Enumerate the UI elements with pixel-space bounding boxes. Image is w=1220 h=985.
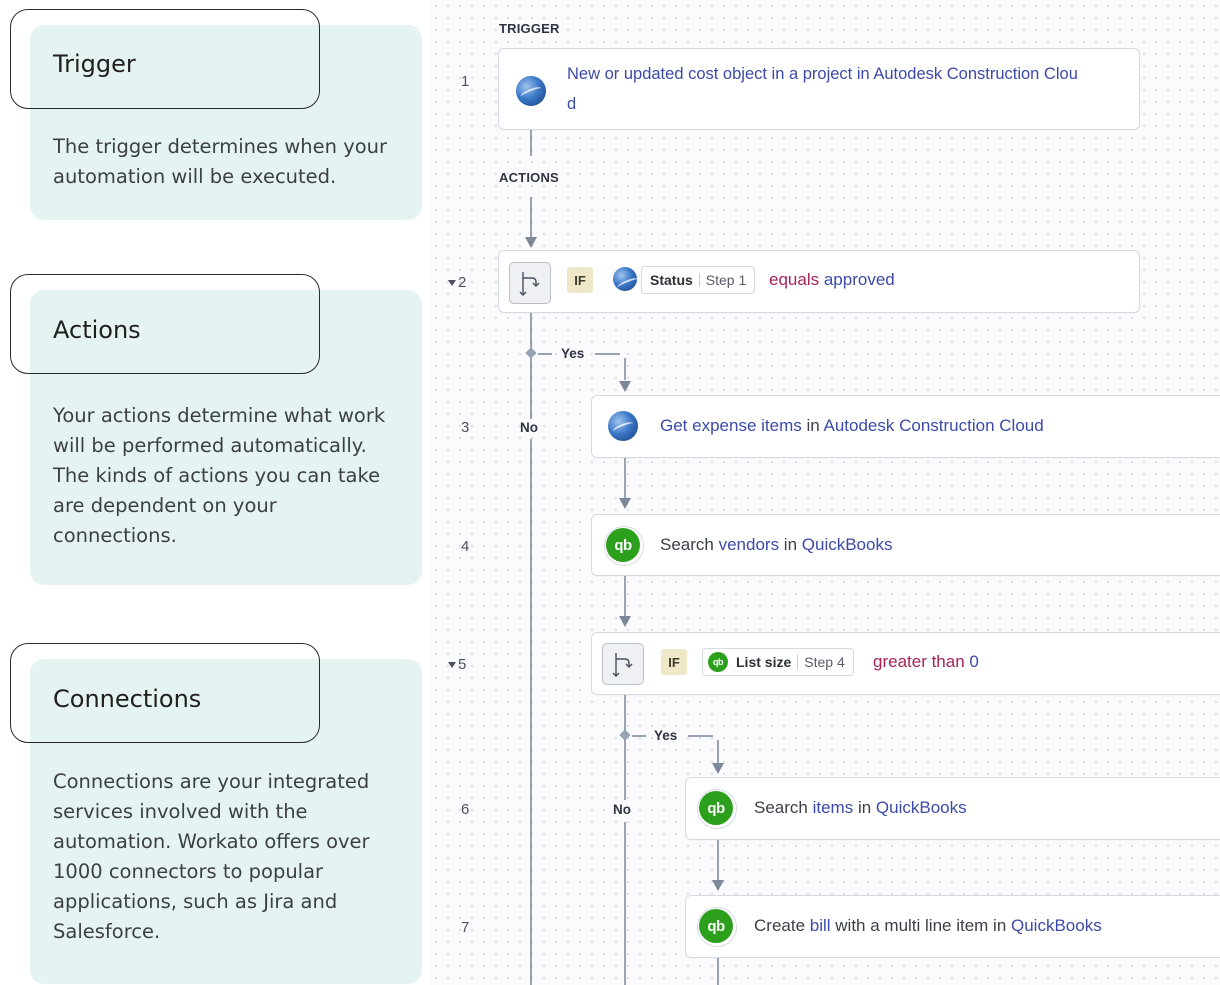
flow-line-no-branch-1b	[530, 439, 532, 985]
quickbooks-icon: qb	[699, 791, 733, 825]
step-7-app: QuickBooks	[1011, 916, 1102, 935]
datapill-field: List size	[736, 654, 792, 670]
connections-card-body: Connections are your integrated services…	[53, 770, 370, 943]
caret-down-icon	[448, 280, 456, 287]
flow-line-6-7	[717, 840, 719, 880]
step-6-app: QuickBooks	[875, 798, 967, 817]
flow-arrow	[712, 763, 724, 774]
flow-arrow	[619, 381, 631, 392]
step-number-1: 1	[461, 73, 470, 90]
branch-icon	[602, 643, 644, 685]
no-branch-label: No	[520, 420, 538, 435]
step-6-verb: Search	[754, 798, 813, 817]
connections-card-title: Connections	[53, 685, 202, 713]
step-number-3: 3	[461, 419, 470, 436]
condition-value: 0	[969, 652, 979, 671]
quickbooks-icon: qb	[606, 528, 640, 562]
quickbooks-icon: qb	[699, 909, 733, 943]
datapill-status[interactable]: Status Step 1	[641, 266, 756, 294]
datapill-list-size[interactable]: qb List size Step 4	[702, 648, 854, 676]
yes-line-1b	[595, 353, 620, 355]
flow-arrow	[619, 498, 631, 509]
step-number-5: 5	[458, 656, 467, 673]
branch-icon	[509, 262, 551, 304]
yes-branch-label: Yes	[561, 346, 585, 361]
step-3-text: Get expense items in Autodesk Constructi…	[660, 416, 1044, 436]
collapse-step-5[interactable]: 5	[448, 656, 466, 673]
flow-line-4-5	[624, 576, 626, 616]
flow-line-no-branch-2	[624, 686, 626, 800]
condition-5: greater than 0	[873, 652, 979, 672]
caret-down-icon	[448, 662, 456, 669]
quickbooks-icon: qb	[708, 652, 728, 672]
yes-line-2b	[688, 735, 713, 737]
datapill-field: Status	[650, 272, 693, 288]
step-7-object: bill	[809, 916, 831, 935]
trigger-card-body: The trigger determines when your automat…	[53, 135, 388, 188]
flow-arrow	[619, 616, 631, 627]
flow-line-no-branch-1	[530, 313, 532, 419]
trigger-card-title: Trigger	[53, 50, 136, 78]
yes-line-2c	[717, 740, 719, 763]
actions-card-body: Your actions determine what work will be…	[53, 404, 386, 547]
step-4-app: QuickBooks	[801, 535, 893, 554]
step-number-6: 6	[461, 801, 470, 818]
flow-arrow	[525, 237, 537, 248]
flow-line-7-end	[717, 958, 719, 985]
yes-line-2a	[632, 735, 646, 737]
step-4-object: vendors	[718, 535, 780, 554]
step-6-in: in	[853, 798, 876, 817]
datapill-step-ref: Step 1	[705, 272, 747, 288]
condition-operator: greater than	[873, 652, 965, 671]
step-7-text: Create bill with a multi line item in Qu…	[754, 916, 1102, 936]
collapse-step-2[interactable]: 2	[448, 274, 466, 291]
trigger-section-label: TRIGGER	[499, 21, 560, 36]
step-6-object: items	[812, 798, 854, 817]
flow-line-3-4	[624, 458, 626, 498]
if-badge: IF	[661, 649, 687, 675]
actions-section-label: ACTIONS	[499, 170, 559, 185]
step-3-action: Get expense items	[660, 416, 802, 435]
step-number-2: 2	[458, 274, 467, 291]
flow-line-no-branch-2b	[624, 822, 626, 985]
step-4-text: Search vendors in QuickBooks	[660, 535, 892, 555]
step-3-app: Autodesk Construction Cloud	[823, 416, 1044, 435]
autodesk-globe-icon	[613, 267, 637, 291]
no-branch-label: No	[613, 802, 631, 817]
step-7-verb: Create	[754, 916, 810, 935]
condition-2: equals approved	[769, 270, 895, 290]
yes-line-1c	[624, 358, 626, 380]
flow-arrow	[712, 880, 724, 891]
trigger-step-card[interactable]	[498, 48, 1140, 130]
autodesk-globe-icon	[608, 411, 638, 441]
step-3-in: in	[801, 416, 824, 435]
yes-line-1a	[538, 353, 552, 355]
datapill-step-ref: Step 4	[804, 654, 845, 670]
step-number-7: 7	[461, 919, 470, 936]
step-number-4: 4	[461, 538, 470, 555]
step-4-in: in	[779, 535, 802, 554]
autodesk-globe-icon	[516, 76, 546, 106]
flow-line-trigger	[530, 130, 532, 156]
condition-value: approved	[823, 270, 895, 289]
flow-line-actions	[530, 197, 532, 237]
condition-operator: equals	[769, 270, 820, 289]
step-6-text: Search items in QuickBooks	[754, 798, 967, 818]
step-4-verb: Search	[660, 535, 719, 554]
trigger-step-text-line2: d	[567, 95, 577, 113]
step-7-middle: with a multi line item in	[830, 916, 1011, 935]
actions-card-title: Actions	[53, 316, 141, 344]
if-badge: IF	[567, 267, 593, 293]
trigger-step-text-line1: New or updated cost object in a project …	[567, 65, 1078, 83]
yes-branch-label: Yes	[654, 728, 678, 743]
